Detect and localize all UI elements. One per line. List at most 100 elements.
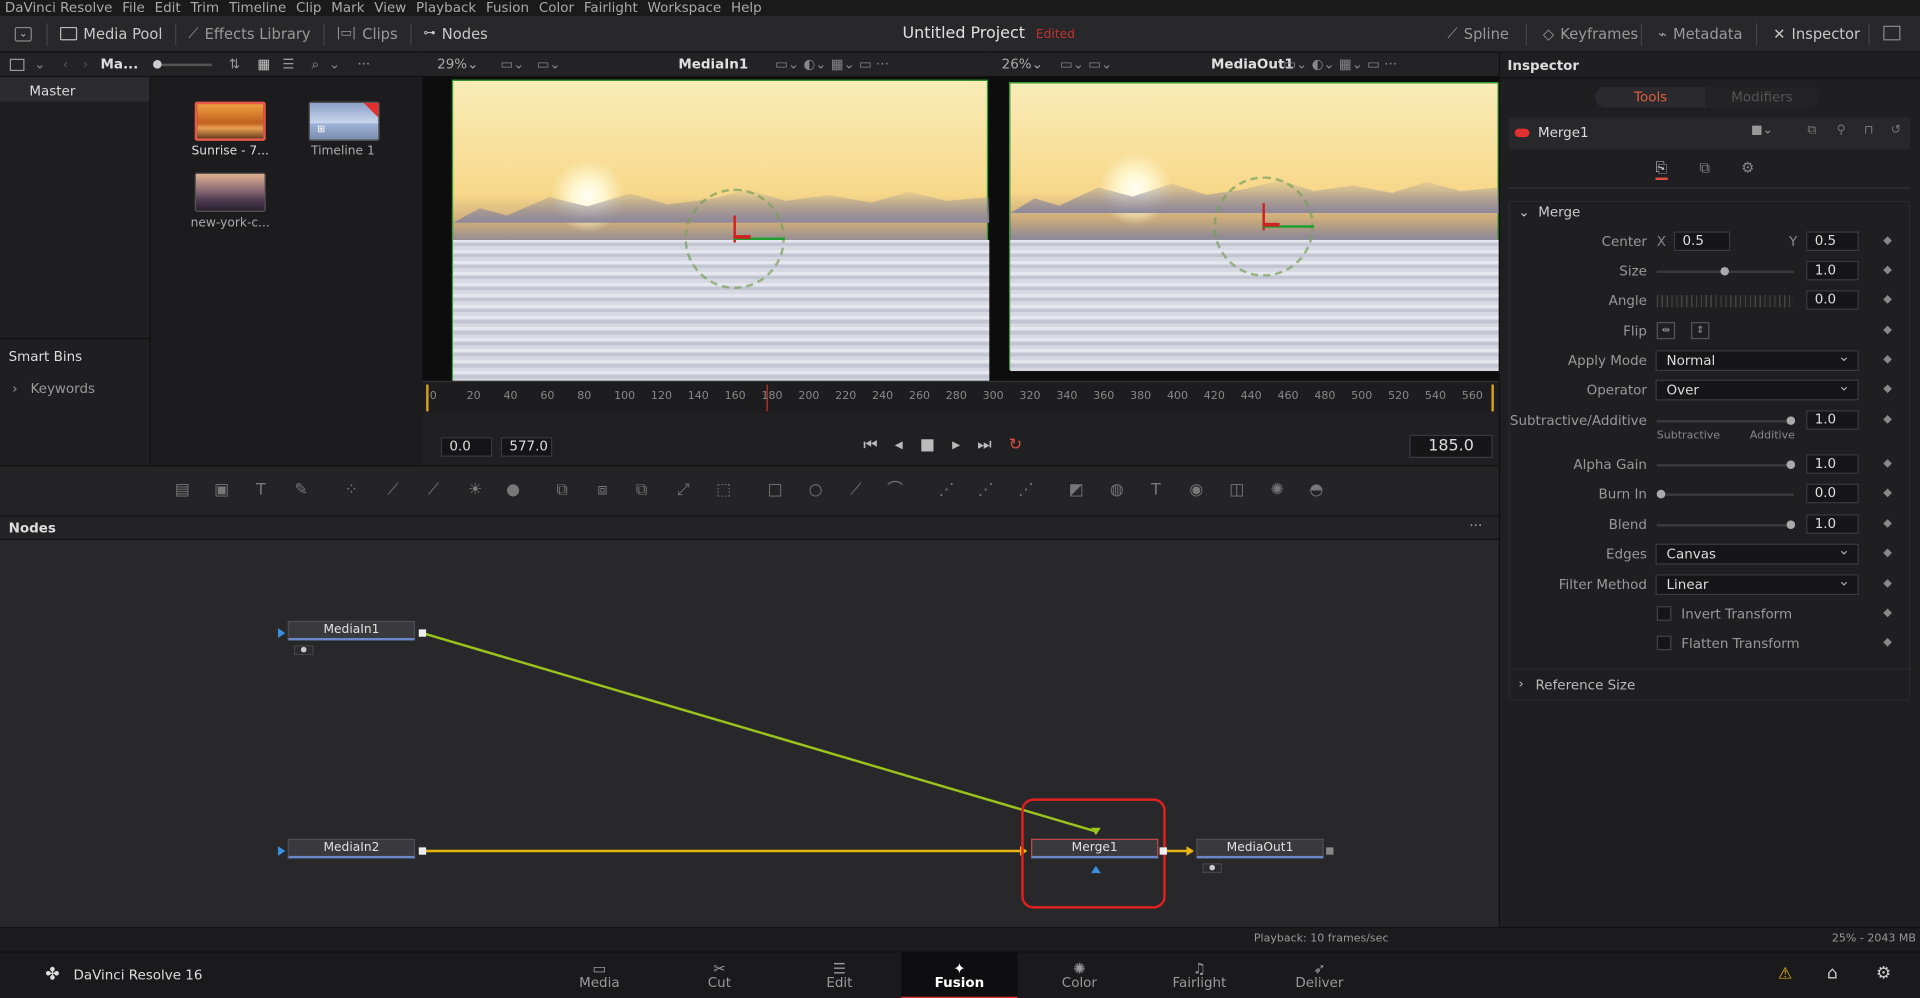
menu-playback[interactable]: Playback <box>411 0 481 16</box>
resize-tool-icon[interactable]: ⤢ <box>673 481 693 501</box>
edges-dropdown[interactable]: Canvas <box>1655 541 1859 565</box>
alpha-gain-slider[interactable] <box>1656 460 1796 469</box>
size-field[interactable]: 1.0 <box>1806 260 1859 281</box>
polygon-mask-icon[interactable]: ⟋ <box>846 481 866 501</box>
text-tool-icon[interactable]: T <box>251 481 271 501</box>
zoom-dropdown[interactable]: 26%⌄ <box>1002 56 1043 72</box>
viewer1[interactable] <box>422 77 990 383</box>
merge-section-header[interactable]: ⌄ Merge <box>1518 204 1580 220</box>
alpha-gain-field[interactable]: 1.0 <box>1806 454 1859 474</box>
node-toggle-icon[interactable]: ● <box>293 645 314 656</box>
page-media[interactable]: ▭ Media <box>541 953 657 998</box>
pin-icon[interactable]: ⚲ <box>1837 124 1846 137</box>
blur-tool-icon[interactable]: ● <box>503 481 523 501</box>
keyframe-icon[interactable] <box>1883 415 1892 424</box>
output-port[interactable] <box>1326 847 1334 855</box>
play-icon[interactable]: ▸ <box>952 436 977 454</box>
subtractive-additive-slider[interactable] <box>1656 416 1796 425</box>
inspector-button[interactable]: ✕ Inspector <box>1761 15 1872 52</box>
view-options-icon[interactable]: ▭⌄ ▭⌄ <box>1060 56 1112 72</box>
channels-tab-icon[interactable]: ⧉ <box>1700 159 1711 177</box>
loop-icon[interactable]: ↻ <box>1009 436 1039 454</box>
metadata-button[interactable]: ⌁ Metadata <box>1646 15 1755 52</box>
more-options-icon[interactable]: ··· <box>357 56 370 72</box>
tab-modifiers[interactable]: Modifiers <box>1705 86 1819 108</box>
light3d-icon[interactable]: ✺ <box>1267 481 1287 501</box>
skip-start-icon[interactable]: ⏮ <box>863 436 894 454</box>
panel-toggle-icon[interactable] <box>9 58 25 71</box>
search-icon[interactable]: ⌕ <box>312 56 320 73</box>
keyframe-icon[interactable] <box>1883 355 1892 364</box>
flip-vertical-icon[interactable]: ⇕ <box>1691 322 1710 340</box>
image-tool-icon[interactable]: ▣ <box>212 481 232 501</box>
center-x-field[interactable]: 0.5 <box>1673 231 1731 252</box>
stop-icon[interactable]: ■ <box>920 436 952 454</box>
transform-tool-icon[interactable]: ⬚ <box>714 481 734 501</box>
sort-icon[interactable]: ⇅ <box>229 56 240 72</box>
clip-thumbnail-timeline[interactable]: ⊞ <box>308 101 380 141</box>
settings-tab-icon[interactable]: ⚙ <box>1741 159 1754 176</box>
menu-mark[interactable]: Mark <box>326 0 369 16</box>
matte-control-icon[interactable]: ⧈ <box>593 481 613 501</box>
keyframe-icon[interactable] <box>1883 579 1892 588</box>
subtractive-additive-field[interactable]: 1.0 <box>1806 410 1859 430</box>
menu-trim[interactable]: Trim <box>186 0 224 16</box>
rectangle-mask-icon[interactable]: □ <box>765 481 785 501</box>
keyframe-icon[interactable] <box>1883 637 1892 647</box>
back-icon[interactable]: ‹ <box>63 56 68 72</box>
page-color[interactable]: ✺ Color <box>1021 953 1137 998</box>
merge3d-icon[interactable]: ◍ <box>1107 481 1127 501</box>
image-plane-icon[interactable]: ◫ <box>1227 481 1247 501</box>
smart-bin-keywords[interactable]: › Keywords <box>12 381 95 397</box>
list-view-icon[interactable]: ☰ <box>282 56 294 72</box>
thumbnail-size-slider[interactable] <box>152 59 212 68</box>
skip-end-icon[interactable]: ⏭ <box>977 436 1008 454</box>
angle-field[interactable]: 0.0 <box>1806 290 1859 310</box>
output-port[interactable] <box>418 629 427 637</box>
in-point-marker[interactable] <box>426 384 429 412</box>
node-toggle-icon[interactable]: ● <box>1202 863 1223 874</box>
reference-size-section[interactable]: › Reference Size <box>1508 668 1911 700</box>
more-options-icon[interactable]: ··· <box>1469 518 1482 534</box>
keyframe-icon[interactable] <box>1883 459 1892 468</box>
workspace-dropdown[interactable]: ⌄ <box>0 15 47 52</box>
brightness-tool-icon[interactable]: ☀ <box>465 481 485 501</box>
center-handle[interactable] <box>1262 222 1280 227</box>
blend-slider[interactable] <box>1656 520 1796 529</box>
global-end-field[interactable]: 577.0 <box>500 437 553 457</box>
clips-button[interactable]: |▭| Clips <box>324 15 410 52</box>
text3d-icon[interactable]: T <box>1146 481 1166 501</box>
menu-workspace[interactable]: Workspace <box>643 0 726 16</box>
planar-tracker-icon[interactable]: ⋰ <box>976 481 996 501</box>
effects-library-button[interactable]: ⟋ Effects Library <box>176 15 323 52</box>
apply-mode-dropdown[interactable]: Normal <box>1655 348 1859 372</box>
invert-transform-checkbox[interactable] <box>1656 606 1672 621</box>
layout-toggle-icon[interactable] <box>1883 25 1901 41</box>
burn-in-field[interactable]: 0.0 <box>1806 483 1859 504</box>
center-y-field[interactable]: 0.5 <box>1806 231 1859 252</box>
center-handle[interactable] <box>733 235 751 239</box>
reset-icon[interactable]: ↺ <box>1891 124 1901 137</box>
output-port[interactable] <box>1159 847 1167 855</box>
spline-button[interactable]: ⟋ Spline <box>1435 15 1521 52</box>
tab-tools[interactable]: Tools <box>1595 86 1706 108</box>
keyframe-icon[interactable] <box>1883 519 1892 528</box>
keyframe-icon[interactable] <box>1883 488 1892 498</box>
particles-tool-icon[interactable]: ⁘ <box>342 481 362 501</box>
keyframe-icon[interactable] <box>1883 295 1892 304</box>
chevron-down-icon[interactable]: ⌄ <box>329 56 340 72</box>
media-pool-button[interactable]: Media Pool <box>48 15 175 52</box>
node-merge1[interactable]: Merge1 <box>1031 838 1159 859</box>
settings-icon[interactable]: ⚙ <box>1876 964 1891 984</box>
display-icon[interactable]: ▭⌄ <box>537 56 561 72</box>
flip-horizontal-icon[interactable]: ⇹ <box>1656 322 1676 340</box>
menu-timeline[interactable]: Timeline <box>224 0 291 16</box>
node-mediain1[interactable]: MediaIn1 <box>287 620 416 641</box>
paint-tool-icon[interactable]: ✎ <box>291 481 311 501</box>
menu-fairlight[interactable]: Fairlight <box>579 0 643 16</box>
keyframes-button[interactable]: ◇ Keyframes <box>1531 15 1651 52</box>
page-edit[interactable]: ☰ Edit <box>781 953 897 998</box>
nodes-button[interactable]: ⊶ Nodes <box>411 15 500 52</box>
angle-thumbwheel[interactable] <box>1656 295 1794 308</box>
size-slider[interactable] <box>1656 266 1794 276</box>
